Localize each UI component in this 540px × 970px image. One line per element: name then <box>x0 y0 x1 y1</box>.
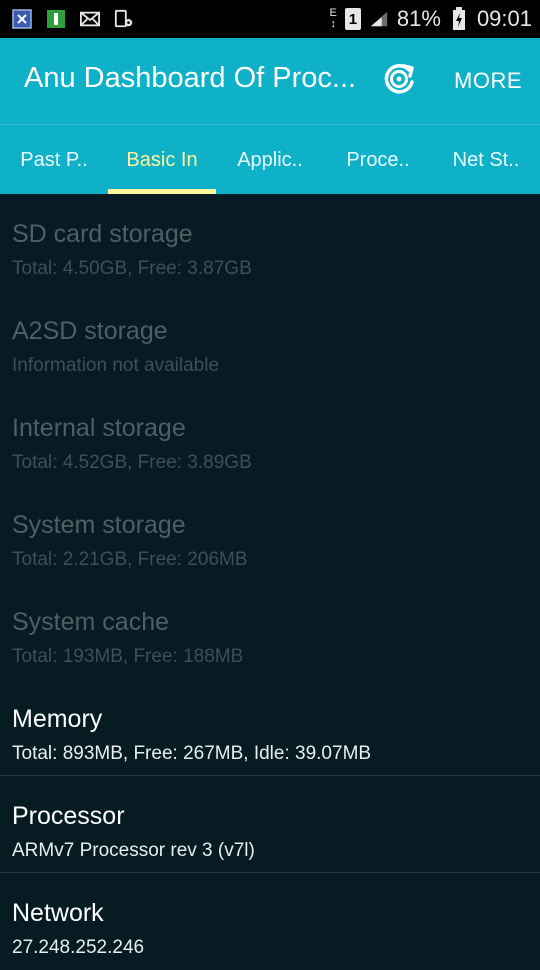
battery-percent: 81% <box>396 6 441 31</box>
refresh-button[interactable] <box>378 60 420 102</box>
app-title: Anu Dashboard Of Proc... <box>24 62 357 94</box>
item-subtitle: Total: 193MB, Free: 188MB <box>12 646 244 667</box>
network-type-indicator: E ↕ <box>329 7 337 30</box>
tab-net-stats[interactable]: Net St.. <box>432 125 540 195</box>
item-subtitle: Information not available <box>12 355 220 376</box>
list-item-network[interactable]: Network 27.248.252.246 <box>0 873 540 970</box>
item-title: System storage <box>12 511 186 539</box>
item-subtitle: Total: 2.21GB, Free: 206MB <box>12 549 248 570</box>
list-item-processor[interactable]: Processor ARMv7 Processor rev 3 (v7l) <box>0 776 540 873</box>
item-title: Processor <box>12 802 125 830</box>
status-bar: E ↕ 1 81% 09:01 <box>0 0 540 38</box>
tab-past-processes[interactable]: Past P.. <box>0 125 108 195</box>
network-letter: E <box>329 7 337 19</box>
tab-processes[interactable]: Proce.. <box>324 125 432 195</box>
list-item-internal-storage: Internal storage Total: 4.52GB, Free: 3.… <box>0 388 540 485</box>
book-icon <box>46 9 66 29</box>
item-title: Memory <box>12 705 103 733</box>
item-subtitle: 27.248.252.246 <box>12 937 145 958</box>
item-title: SD card storage <box>12 220 193 248</box>
battery-charging-icon <box>449 7 469 30</box>
mail-icon <box>80 9 100 29</box>
more-menu-button[interactable]: MORE <box>454 68 522 94</box>
item-title: Network <box>12 899 104 927</box>
list-item-a2sd-storage: A2SD storage Information not available <box>0 291 540 388</box>
tab-bar: Past P.. Basic In Applic.. Proce.. Net S… <box>0 124 540 194</box>
tab-applications[interactable]: Applic.. <box>216 125 324 195</box>
item-subtitle: ARMv7 Processor rev 3 (v7l) <box>12 840 255 861</box>
item-title: A2SD storage <box>12 317 168 345</box>
phone-settings-icon <box>114 9 134 29</box>
item-subtitle: Total: 4.52GB, Free: 3.89GB <box>12 452 252 473</box>
item-subtitle: Total: 4.50GB, Free: 3.87GB <box>12 258 252 279</box>
action-bar: Anu Dashboard Of Proc... MORE <box>0 38 540 124</box>
sim-icon: 1 <box>344 8 361 30</box>
list-item-sd-card-storage: SD card storage Total: 4.50GB, Free: 3.8… <box>0 194 540 291</box>
basic-info-list: SD card storage Total: 4.50GB, Free: 3.8… <box>0 194 540 970</box>
list-item-system-storage: System storage Total: 2.21GB, Free: 206M… <box>0 485 540 582</box>
item-subtitle: Total: 893MB, Free: 267MB, Idle: 39.07MB <box>12 743 372 764</box>
item-title: Internal storage <box>12 414 186 442</box>
refresh-icon <box>380 60 418 103</box>
tab-basic-info[interactable]: Basic In <box>108 125 216 195</box>
list-item-memory[interactable]: Memory Total: 893MB, Free: 267MB, Idle: … <box>0 679 540 776</box>
item-title: System cache <box>12 608 170 636</box>
list-item-system-cache: System cache Total: 193MB, Free: 188MB <box>0 582 540 679</box>
signal-icon <box>369 9 389 29</box>
clock: 09:01 <box>476 6 532 31</box>
x-app-icon <box>12 9 32 29</box>
